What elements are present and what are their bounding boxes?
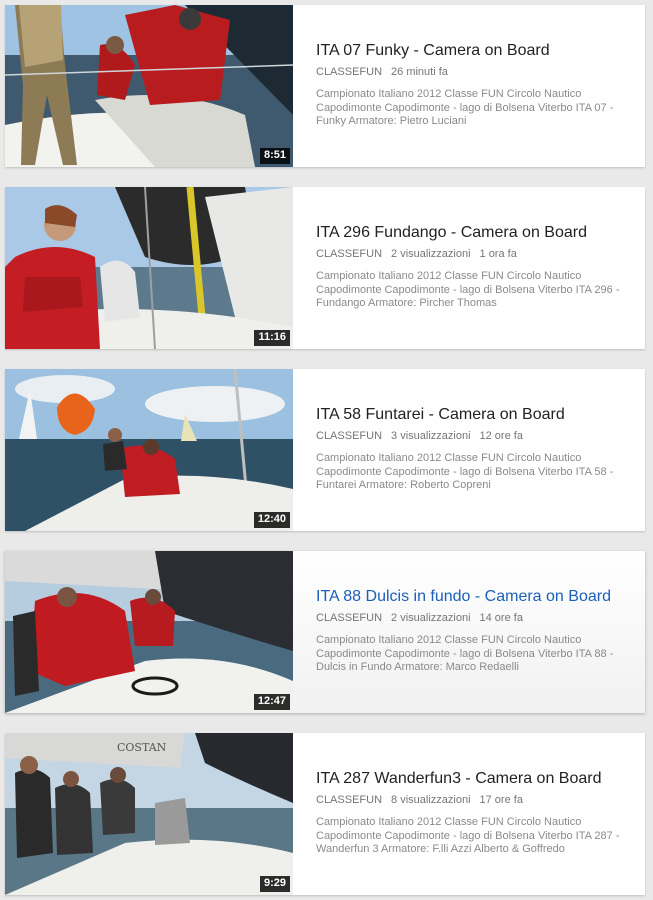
video-meta: CLASSEFUN 26 minuti fa — [316, 65, 631, 79]
video-info: ITA 58 Funtarei - Camera on Board CLASSE… — [316, 405, 631, 493]
channel-name[interactable]: CLASSEFUN — [316, 612, 382, 624]
channel-name[interactable]: CLASSEFUN — [316, 794, 382, 806]
video-thumbnail[interactable]: 12:47 — [5, 551, 293, 713]
video-title[interactable]: ITA 287 Wanderfun3 - Camera on Board — [316, 769, 631, 789]
video-card[interactable]: COSTAN 9:29 ITA 287 Wanderfun3 - Camera … — [5, 733, 645, 895]
video-description: Campionato Italiano 2012 Classe FUN Circ… — [316, 270, 620, 309]
video-description: Campionato Italiano 2012 Classe FUN Circ… — [316, 634, 614, 673]
video-title[interactable]: ITA 296 Fundango - Camera on Board — [316, 223, 631, 243]
view-count: 2 visualizzazioni — [391, 612, 471, 624]
video-title[interactable]: ITA 07 Funky - Camera on Board — [316, 41, 631, 61]
video-description: Campionato Italiano 2012 Classe FUN Circ… — [316, 816, 620, 855]
thumbnail-image — [5, 369, 293, 531]
video-thumbnail[interactable]: 8:51 — [5, 5, 293, 167]
upload-age: 14 ore fa — [479, 612, 523, 624]
thumbnail-image — [5, 5, 293, 167]
video-feed: 8:51 ITA 07 Funky - Camera on Board CLAS… — [0, 0, 653, 900]
upload-age: 17 ore fa — [479, 794, 523, 806]
video-card[interactable]: 8:51 ITA 07 Funky - Camera on Board CLAS… — [5, 5, 645, 167]
video-info: ITA 07 Funky - Camera on Board CLASSEFUN… — [316, 41, 631, 129]
video-duration: 12:40 — [253, 512, 290, 528]
channel-name[interactable]: CLASSEFUN — [316, 248, 382, 260]
video-meta: CLASSEFUN 3 visualizzazioni 12 ore fa — [316, 429, 631, 443]
video-thumbnail[interactable]: 12:40 — [5, 369, 293, 531]
upload-age: 26 minuti fa — [391, 66, 448, 78]
video-title[interactable]: ITA 58 Funtarei - Camera on Board — [316, 405, 631, 425]
video-description: Campionato Italiano 2012 Classe FUN Circ… — [316, 452, 614, 491]
video-description: Campionato Italiano 2012 Classe FUN Circ… — [316, 88, 614, 127]
view-count: 3 visualizzazioni — [391, 430, 471, 442]
video-meta: CLASSEFUN 8 visualizzazioni 17 ore fa — [316, 793, 631, 807]
thumbnail-image: COSTAN — [5, 733, 293, 895]
video-thumbnail[interactable]: COSTAN 9:29 — [5, 733, 293, 895]
video-meta: CLASSEFUN 2 visualizzazioni 14 ore fa — [316, 611, 631, 625]
thumbnail-image — [5, 551, 293, 713]
video-title[interactable]: ITA 88 Dulcis in fundo - Camera on Board — [316, 587, 631, 607]
video-duration: 9:29 — [259, 876, 290, 892]
video-card[interactable]: 11:16 ITA 296 Fundango - Camera on Board… — [5, 187, 645, 349]
video-info: ITA 287 Wanderfun3 - Camera on Board CLA… — [316, 769, 631, 857]
upload-age: 1 ora fa — [479, 248, 517, 260]
video-duration: 8:51 — [259, 148, 290, 164]
video-card[interactable]: 12:40 ITA 58 Funtarei - Camera on Board … — [5, 369, 645, 531]
video-info: ITA 88 Dulcis in fundo - Camera on Board… — [316, 587, 631, 675]
video-info: ITA 296 Fundango - Camera on Board CLASS… — [316, 223, 631, 311]
video-thumbnail[interactable]: 11:16 — [5, 187, 293, 349]
video-duration: 12:47 — [253, 694, 290, 710]
upload-age: 12 ore fa — [479, 430, 523, 442]
thumbnail-image — [5, 187, 293, 349]
video-meta: CLASSEFUN 2 visualizzazioni 1 ora fa — [316, 247, 631, 261]
channel-name[interactable]: CLASSEFUN — [316, 66, 382, 78]
video-duration: 11:16 — [254, 330, 290, 346]
video-card[interactable]: 12:47 ITA 88 Dulcis in fundo - Camera on… — [5, 551, 645, 713]
channel-name[interactable]: CLASSEFUN — [316, 430, 382, 442]
view-count: 2 visualizzazioni — [391, 248, 471, 260]
thumbnail-watermark: COSTAN — [117, 741, 167, 754]
view-count: 8 visualizzazioni — [391, 794, 471, 806]
